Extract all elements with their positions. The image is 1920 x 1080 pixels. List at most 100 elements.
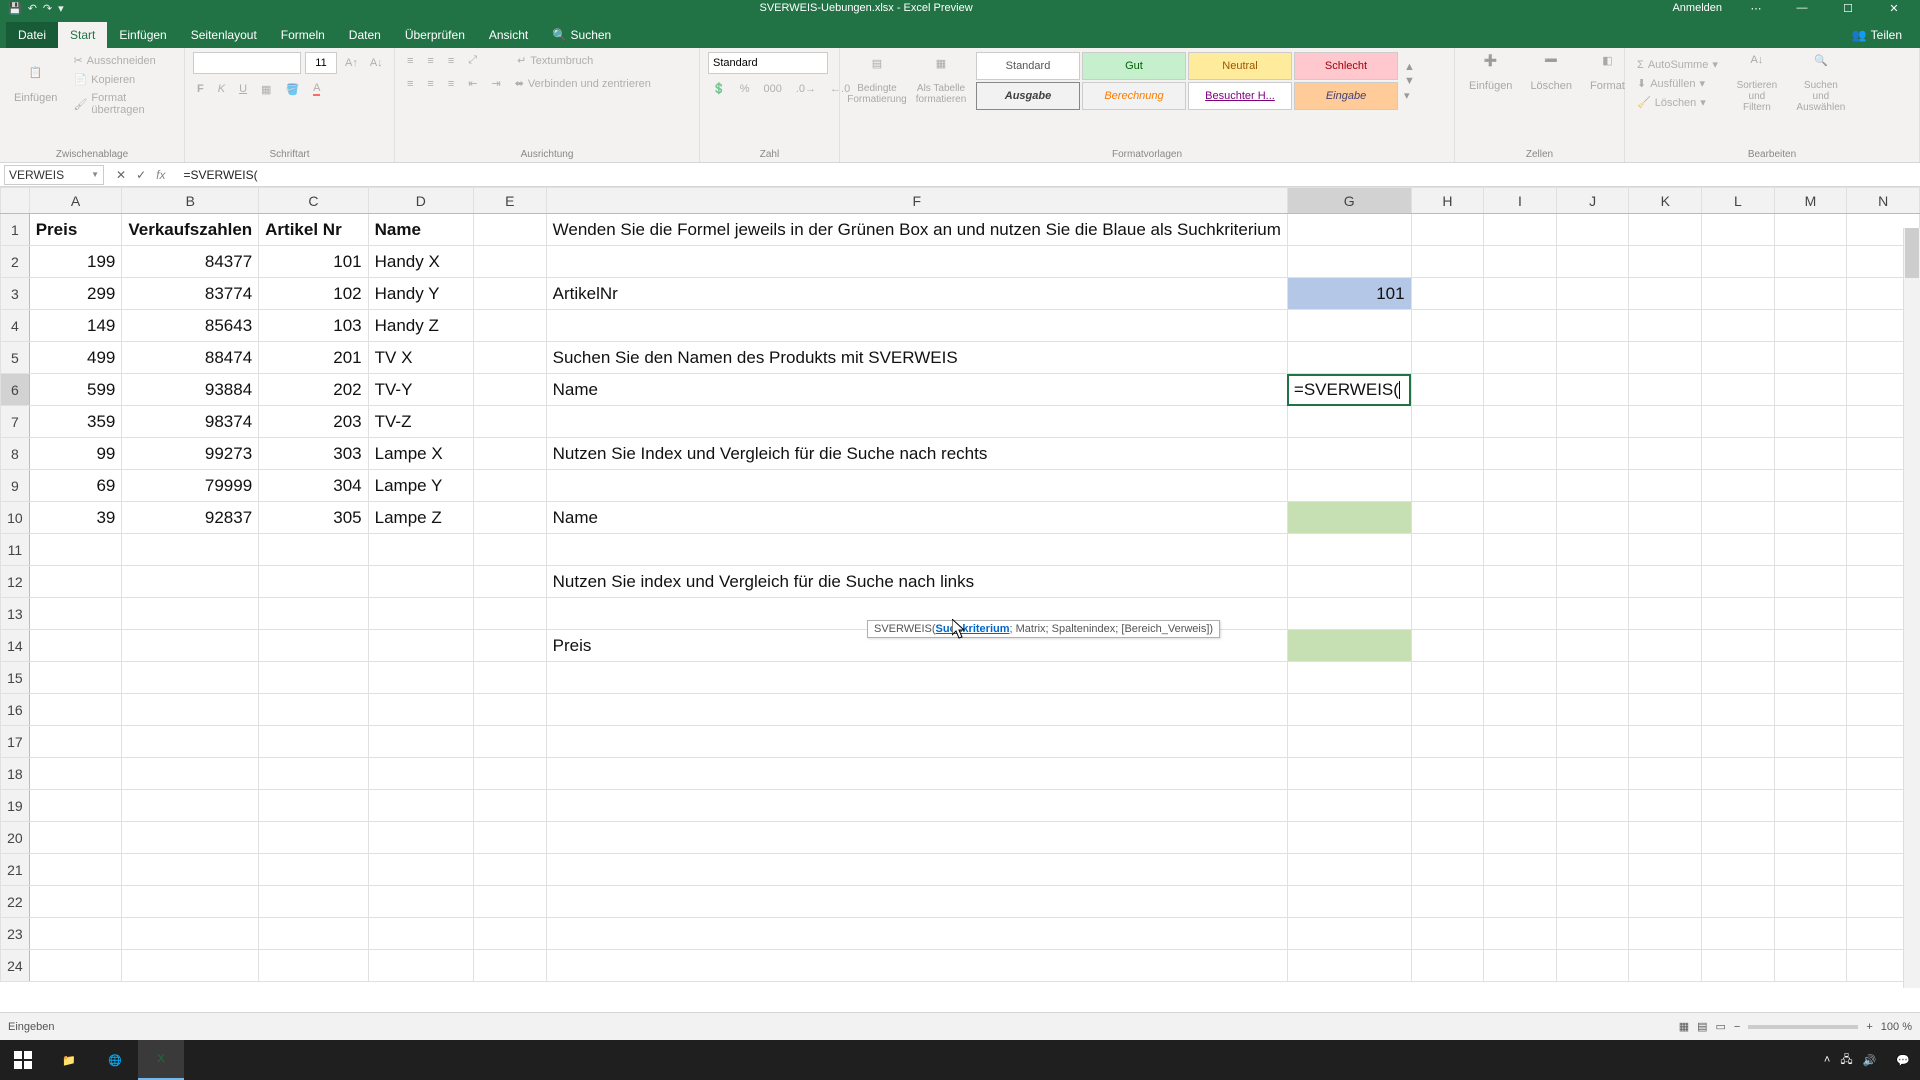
border-button[interactable]: ▦: [257, 81, 275, 98]
cell-J9[interactable]: [1556, 470, 1629, 502]
cell-M12[interactable]: [1774, 566, 1847, 598]
cell-H13[interactable]: [1411, 598, 1484, 630]
row-header-24[interactable]: 24: [1, 950, 30, 982]
cut-button[interactable]: ✂ Ausschneiden: [69, 52, 176, 69]
cell-M14[interactable]: [1774, 630, 1847, 662]
cell-E2[interactable]: [474, 246, 547, 278]
start-button[interactable]: [0, 1040, 46, 1080]
cell-A8[interactable]: 99: [29, 438, 122, 470]
cell-C11[interactable]: [259, 534, 368, 566]
cell-H24[interactable]: [1411, 950, 1484, 982]
col-header-A[interactable]: A: [29, 188, 122, 214]
cell-K19[interactable]: [1629, 790, 1702, 822]
cell-D18[interactable]: [368, 758, 473, 790]
cell-A19[interactable]: [29, 790, 122, 822]
shrink-font-icon[interactable]: A↓: [366, 55, 387, 71]
cell-G14[interactable]: [1287, 630, 1411, 662]
cell-G23[interactable]: [1287, 918, 1411, 950]
cell-M7[interactable]: [1774, 406, 1847, 438]
font-name-input[interactable]: [193, 52, 301, 74]
cell-B2[interactable]: 84377: [122, 246, 259, 278]
cell-I3[interactable]: [1484, 278, 1557, 310]
cell-L21[interactable]: [1702, 854, 1775, 886]
row-header-20[interactable]: 20: [1, 822, 30, 854]
cell-D15[interactable]: [368, 662, 473, 694]
cell-C21[interactable]: [259, 854, 368, 886]
cell-M22[interactable]: [1774, 886, 1847, 918]
cell-E9[interactable]: [474, 470, 547, 502]
cell-L5[interactable]: [1702, 342, 1775, 374]
cell-H2[interactable]: [1411, 246, 1484, 278]
cell-F22[interactable]: [546, 886, 1287, 918]
copy-button[interactable]: 📄 Kopieren: [69, 71, 176, 88]
row-header-13[interactable]: 13: [1, 598, 30, 630]
cell-I15[interactable]: [1484, 662, 1557, 694]
vertical-scrollbar[interactable]: [1903, 228, 1920, 988]
cell-F18[interactable]: [546, 758, 1287, 790]
row-header-11[interactable]: 11: [1, 534, 30, 566]
cell-H16[interactable]: [1411, 694, 1484, 726]
cell-E23[interactable]: [474, 918, 547, 950]
cell-D12[interactable]: [368, 566, 473, 598]
cell-A23[interactable]: [29, 918, 122, 950]
cell-C4[interactable]: 103: [259, 310, 368, 342]
qat-more-icon[interactable]: ▾: [58, 2, 64, 15]
row-header-14[interactable]: 14: [1, 630, 30, 662]
cell-G1[interactable]: [1287, 214, 1411, 246]
cell-K7[interactable]: [1629, 406, 1702, 438]
cell-M20[interactable]: [1774, 822, 1847, 854]
cell-I19[interactable]: [1484, 790, 1557, 822]
cell-B19[interactable]: [122, 790, 259, 822]
cell-G12[interactable]: [1287, 566, 1411, 598]
cell-H22[interactable]: [1411, 886, 1484, 918]
style-eingabe[interactable]: Eingabe: [1294, 82, 1398, 110]
view-pagebreak-icon[interactable]: ▭: [1716, 1020, 1726, 1033]
cell-I7[interactable]: [1484, 406, 1557, 438]
cell-C2[interactable]: 101: [259, 246, 368, 278]
cell-A10[interactable]: 39: [29, 502, 122, 534]
cell-B23[interactable]: [122, 918, 259, 950]
cell-H5[interactable]: [1411, 342, 1484, 374]
ribbon-options-icon[interactable]: ⋯: [1734, 2, 1778, 15]
cell-G4[interactable]: [1287, 310, 1411, 342]
cell-A20[interactable]: [29, 822, 122, 854]
cell-C17[interactable]: [259, 726, 368, 758]
cell-J20[interactable]: [1556, 822, 1629, 854]
row-header-12[interactable]: 12: [1, 566, 30, 598]
cell-C8[interactable]: 303: [259, 438, 368, 470]
cell-M5[interactable]: [1774, 342, 1847, 374]
zoom-level[interactable]: 100 %: [1881, 1021, 1912, 1033]
cell-B24[interactable]: [122, 950, 259, 982]
cell-C20[interactable]: [259, 822, 368, 854]
cell-J17[interactable]: [1556, 726, 1629, 758]
row-header-1[interactable]: 1: [1, 214, 30, 246]
cell-H12[interactable]: [1411, 566, 1484, 598]
cell-C12[interactable]: [259, 566, 368, 598]
cell-C15[interactable]: [259, 662, 368, 694]
italic-button[interactable]: K: [214, 81, 229, 97]
align-center-icon[interactable]: ≡: [423, 76, 437, 92]
cell-M1[interactable]: [1774, 214, 1847, 246]
cell-M16[interactable]: [1774, 694, 1847, 726]
cell-H11[interactable]: [1411, 534, 1484, 566]
cell-I5[interactable]: [1484, 342, 1557, 374]
paste-button[interactable]: 📋 Einfügen: [8, 64, 63, 106]
cell-M17[interactable]: [1774, 726, 1847, 758]
cell-C7[interactable]: 203: [259, 406, 368, 438]
cell-F9[interactable]: [546, 470, 1287, 502]
fx-icon[interactable]: fx: [156, 168, 165, 182]
cell-B8[interactable]: 99273: [122, 438, 259, 470]
col-header-C[interactable]: C: [259, 188, 368, 214]
row-header-3[interactable]: 3: [1, 278, 30, 310]
cell-A18[interactable]: [29, 758, 122, 790]
col-header-B[interactable]: B: [122, 188, 259, 214]
cell-I2[interactable]: [1484, 246, 1557, 278]
cell-F4[interactable]: [546, 310, 1287, 342]
cell-H17[interactable]: [1411, 726, 1484, 758]
align-left-icon[interactable]: ≡: [403, 76, 417, 92]
cell-F15[interactable]: [546, 662, 1287, 694]
cell-D22[interactable]: [368, 886, 473, 918]
font-color-button[interactable]: A: [309, 80, 324, 98]
cell-I16[interactable]: [1484, 694, 1557, 726]
row-header-5[interactable]: 5: [1, 342, 30, 374]
